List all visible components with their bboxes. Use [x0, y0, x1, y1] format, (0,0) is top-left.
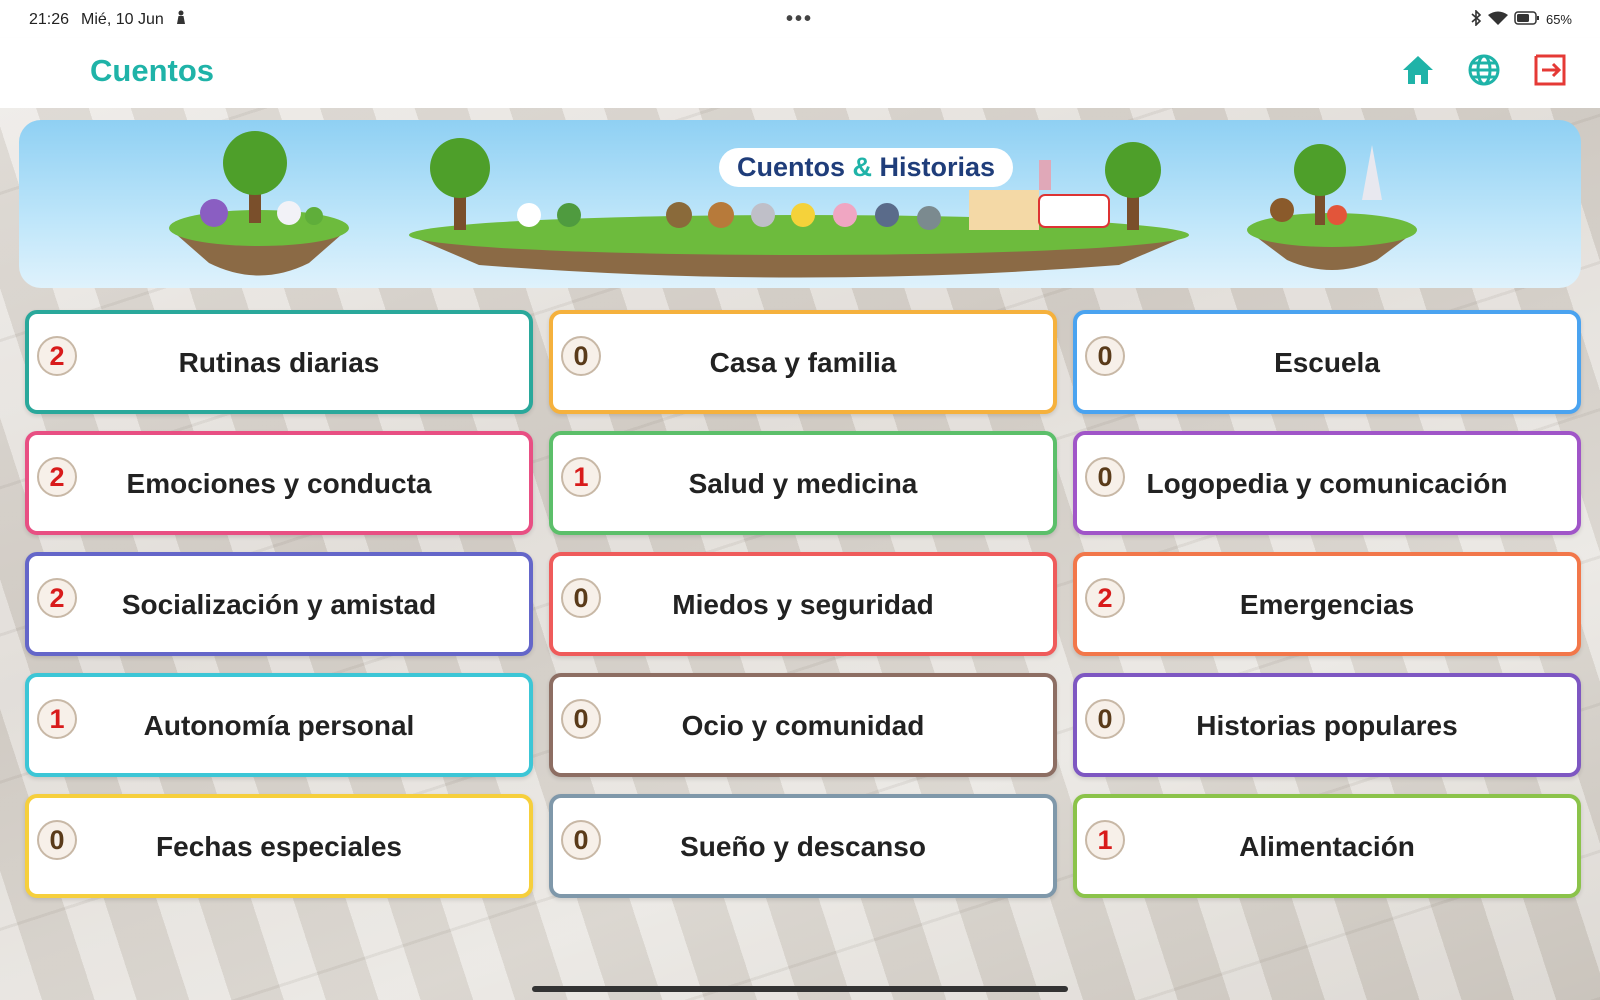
category-label: Socialización y amistad: [121, 589, 437, 620]
story-count-badge: 2: [37, 578, 77, 618]
globe-icon: [1467, 53, 1501, 92]
app-bar-actions: [1398, 52, 1570, 92]
battery-icon: [1514, 11, 1540, 28]
multiwindow-dots-icon[interactable]: •••: [786, 8, 813, 31]
category-card[interactable]: 0 Fechas especiales: [25, 794, 533, 898]
category-label: Logopedia y comunicación: [1146, 468, 1508, 499]
banner-title-part-1: Cuentos: [737, 152, 845, 182]
category-card[interactable]: 0 Logopedia y comunicación: [1073, 431, 1581, 535]
category-card[interactable]: 0 Miedos y seguridad: [549, 552, 1057, 656]
category-card[interactable]: 0 Casa y familia: [549, 310, 1057, 414]
story-count-badge: 0: [1085, 457, 1125, 497]
category-card[interactable]: 1 Alimentación: [1073, 794, 1581, 898]
category-label: Emociones y conducta: [126, 468, 432, 499]
category-card[interactable]: 2 Socialización y amistad: [25, 552, 533, 656]
story-count-badge: 1: [37, 699, 77, 739]
status-time: 21:26: [29, 10, 70, 28]
category-label: Ocio y comunidad: [681, 710, 925, 741]
battery-level: 65%: [1545, 12, 1572, 27]
right-island-illustration: [1247, 144, 1417, 270]
banner-title: Cuentos & Historias: [719, 148, 1014, 187]
story-count-badge: 0: [561, 699, 601, 739]
category-card[interactable]: 2 Emociones y conducta: [25, 431, 533, 535]
category-label: Emergencias: [1239, 589, 1415, 620]
category-grid: 2 Rutinas diarias 0 Casa y familia 0 Escuel…: [25, 310, 1581, 898]
wifi-icon: [1487, 11, 1508, 29]
story-count-badge: 0: [561, 578, 601, 618]
person-icon: [176, 10, 186, 29]
logout-button[interactable]: [1530, 52, 1570, 92]
status-date: Mié, 10 Jun: [81, 10, 164, 28]
header-banner: Cuentos & Historias: [19, 120, 1581, 288]
bluetooth-icon: [1470, 9, 1482, 29]
category-label: Rutinas diarias: [178, 347, 380, 378]
left-island-illustration: [169, 131, 349, 276]
status-right: 65%: [1470, 9, 1572, 29]
category-label: Miedos y seguridad: [672, 589, 934, 620]
story-count-badge: 2: [1085, 578, 1125, 618]
category-label: Autonomía personal: [143, 710, 415, 741]
category-label: Historias populares: [1196, 710, 1458, 741]
home-button[interactable]: [1398, 52, 1438, 92]
story-count-badge: 1: [1085, 820, 1125, 860]
banner-title-part-2: Historias: [879, 152, 996, 182]
story-count-badge: 0: [1085, 336, 1125, 376]
category-card[interactable]: 1 Autonomía personal: [25, 673, 533, 777]
story-count-badge: 0: [561, 820, 601, 860]
category-card[interactable]: 0 Escuela: [1073, 310, 1581, 414]
story-count-badge: 1: [561, 457, 601, 497]
category-card[interactable]: 2 Emergencias: [1073, 552, 1581, 656]
gesture-home-bar[interactable]: [532, 986, 1068, 992]
category-card[interactable]: 0 Ocio y comunidad: [549, 673, 1057, 777]
category-card[interactable]: 2 Rutinas diarias: [25, 310, 533, 414]
story-count-badge: 0: [1085, 699, 1125, 739]
category-label: Sueño y descanso: [680, 831, 926, 862]
story-count-badge: 2: [37, 457, 77, 497]
status-left: 21:26 Mié, 10 Jun: [29, 10, 186, 29]
category-card[interactable]: 0 Historias populares: [1073, 673, 1581, 777]
status-bar: 21:26 Mié, 10 Jun ••• 65%: [0, 0, 1600, 38]
category-label: Fechas especiales: [156, 831, 402, 862]
story-count-badge: 0: [561, 336, 601, 376]
category-card[interactable]: 1 Salud y medicina: [549, 431, 1057, 535]
home-icon: [1401, 54, 1435, 91]
story-count-badge: 0: [37, 820, 77, 860]
app-bar: Cuentos: [0, 38, 1600, 108]
category-label: Alimentación: [1239, 831, 1415, 862]
category-label: Salud y medicina: [688, 468, 918, 499]
page-title: Cuentos: [90, 53, 214, 88]
banner-title-ampersand: &: [852, 152, 873, 182]
story-count-badge: 2: [37, 336, 77, 376]
category-label: Casa y familia: [709, 347, 897, 378]
language-button[interactable]: [1464, 52, 1504, 92]
logout-icon: [1533, 53, 1567, 92]
category-label: Escuela: [1274, 347, 1380, 378]
category-card[interactable]: 0 Sueño y descanso: [549, 794, 1057, 898]
